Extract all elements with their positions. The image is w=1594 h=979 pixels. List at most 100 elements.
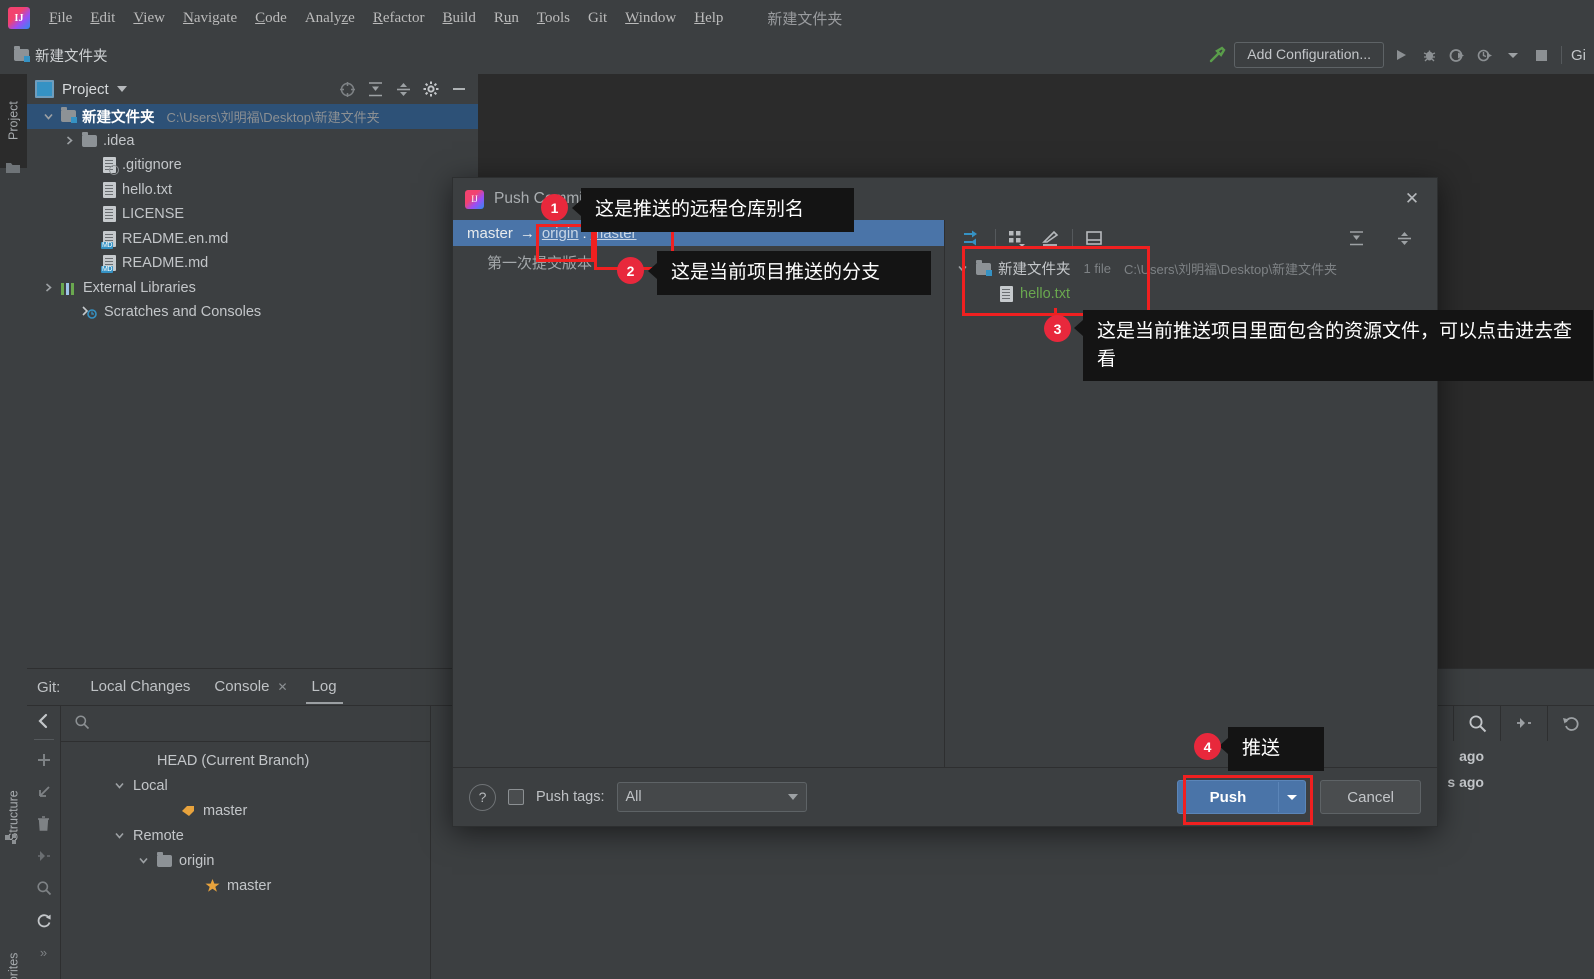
project-tool-window: Project 新建文件夹 C:\Users\刘明福\Desktop\新建文件夹… — [27, 74, 478, 668]
tree-node[interactable]: External Libraries — [27, 276, 478, 301]
chevron-down-icon[interactable] — [1502, 44, 1524, 66]
divider — [33, 739, 54, 740]
hide-icon[interactable] — [450, 80, 468, 98]
run-with-coverage-icon[interactable] — [1446, 44, 1468, 66]
branch-search-row[interactable] — [60, 705, 430, 742]
structure-icon — [5, 834, 21, 850]
delete-trash-icon[interactable] — [27, 808, 60, 840]
chevron-down-icon[interactable] — [41, 111, 55, 122]
changed-file-node[interactable]: 新建文件夹 1 file C:\Users\刘明福\Desktop\新建文件夹 — [945, 256, 1437, 281]
branch-node[interactable]: Remote — [60, 823, 430, 848]
push-tags-checkbox[interactable] — [508, 789, 524, 805]
tree-node[interactable]: Scratches and Consoles — [27, 300, 478, 325]
collapse-icon[interactable] — [1500, 705, 1547, 741]
git-side-toolbar: » — [27, 705, 61, 979]
branch-node[interactable]: master — [60, 873, 430, 898]
add-configuration-button[interactable]: Add Configuration... — [1234, 42, 1384, 68]
menu-tools[interactable]: Tools — [528, 0, 579, 36]
tree-node[interactable]: LICENSE — [27, 202, 478, 227]
more-icon[interactable]: » — [27, 936, 60, 968]
branch-node[interactable]: Local — [60, 773, 430, 798]
collapse-all-icon[interactable] — [27, 840, 60, 872]
menu-code[interactable]: Code — [246, 0, 296, 36]
breadcrumb[interactable]: 新建文件夹 — [14, 45, 108, 66]
expand-all-icon[interactable] — [1339, 223, 1373, 253]
sidebar-item-structure[interactable]: Structure — [0, 764, 27, 868]
push-button[interactable]: Push — [1176, 780, 1307, 814]
menu-file[interactable]: File — [40, 0, 81, 36]
chevron-right-icon[interactable] — [62, 135, 76, 146]
branch-node[interactable]: master — [60, 798, 430, 823]
branch-node[interactable]: HEAD (Current Branch) — [60, 748, 430, 773]
chevron-down-icon[interactable] — [1279, 793, 1305, 801]
debug-bug-icon[interactable] — [1418, 44, 1440, 66]
search-icon[interactable] — [27, 872, 60, 904]
help-question-icon[interactable]: ? — [469, 783, 496, 811]
tree-node[interactable]: hello.txt — [27, 178, 478, 203]
expand-collapse-diff-icon[interactable] — [957, 223, 991, 253]
sidebar-item-favorites[interactable]: Favorites — [0, 929, 27, 979]
undo-icon[interactable] — [1547, 705, 1594, 741]
stop-square-icon[interactable] — [1530, 44, 1552, 66]
locate-icon[interactable] — [338, 80, 356, 98]
cancel-button[interactable]: Cancel — [1320, 780, 1421, 814]
menu-help[interactable]: Help — [685, 0, 732, 36]
close-icon[interactable]: ✕ — [277, 670, 287, 704]
menu-git[interactable]: Git — [579, 0, 616, 36]
menu-navigate[interactable]: Navigate — [174, 0, 246, 36]
changed-files-pane: 新建文件夹 1 file C:\Users\刘明福\Desktop\新建文件夹 hel… — [945, 220, 1437, 768]
push-tags-select[interactable]: All — [616, 782, 807, 812]
push-source-branch: master — [467, 224, 513, 242]
branch-tree[interactable]: HEAD (Current Branch) Local master Remote or… — [60, 742, 430, 898]
run-play-icon[interactable] — [1390, 44, 1412, 66]
chevron-down-icon[interactable] — [116, 86, 127, 92]
chevron-right-icon[interactable] — [41, 282, 55, 293]
chevron-down-icon[interactable] — [112, 830, 126, 841]
expand-all-icon[interactable] — [366, 80, 384, 98]
tree-node[interactable]: .gitignore — [27, 153, 478, 178]
collapse-left-icon[interactable] — [27, 705, 60, 737]
menu-refactor[interactable]: Refactor — [364, 0, 434, 36]
tree-node[interactable]: .idea — [27, 129, 478, 154]
tree-node[interactable]: README.md — [27, 251, 478, 276]
collapse-all-icon[interactable] — [394, 80, 412, 98]
tree-node[interactable]: 新建文件夹 C:\Users\刘明福\Desktop\新建文件夹 — [27, 104, 478, 129]
chevron-down-icon[interactable] — [112, 780, 126, 791]
tree-node-label: .gitignore — [122, 157, 182, 174]
menu-build[interactable]: Build — [433, 0, 484, 36]
close-icon[interactable]: ✕ — [1401, 188, 1423, 210]
refresh-icon[interactable] — [27, 904, 60, 936]
annotation-callout-2: 这是当前项目推送的分支 — [657, 251, 931, 295]
branch-node[interactable]: origin — [60, 848, 430, 873]
collapse-all-icon[interactable] — [1387, 223, 1421, 253]
menu-run[interactable]: Run — [485, 0, 528, 36]
libraries-icon — [61, 281, 77, 295]
menu-window[interactable]: Window — [616, 0, 685, 36]
edit-source-icon[interactable] — [1034, 223, 1068, 253]
preview-diff-icon[interactable] — [1077, 223, 1111, 253]
menu-view[interactable]: View — [124, 0, 174, 36]
changed-file-node[interactable]: hello.txt — [945, 281, 1437, 306]
hammer-icon[interactable] — [1206, 44, 1228, 66]
menu-analyze[interactable]: Analyze — [296, 0, 364, 36]
profiler-icon[interactable] — [1474, 44, 1496, 66]
tree-node[interactable]: README.en.md — [27, 227, 478, 252]
tab-log[interactable]: Log — [300, 670, 349, 704]
settings-gear-icon[interactable] — [422, 80, 440, 98]
push-remote-link[interactable]: origin — [542, 225, 579, 242]
checkout-icon[interactable] — [27, 776, 60, 808]
sidebar-item-project[interactable]: Project — [0, 74, 27, 168]
changed-files-tree[interactable]: 新建文件夹 1 file C:\Users\刘明福\Desktop\新建文件夹 hel… — [945, 256, 1437, 306]
tab-console[interactable]: Console ✕ — [202, 670, 299, 704]
chevron-down-icon[interactable] — [136, 855, 150, 866]
menu-edit[interactable]: Edit — [81, 0, 124, 36]
group-by-icon[interactable] — [1000, 223, 1034, 253]
annotation-text-1: 这是推送的远程仓库别名 — [595, 199, 805, 220]
chevron-down-icon[interactable] — [955, 263, 969, 274]
files-toolbar-right — [1339, 223, 1437, 253]
push-arrow: → — [519, 224, 535, 242]
search-icon[interactable] — [1453, 705, 1500, 741]
add-icon[interactable] — [27, 744, 60, 776]
tab-local-changes[interactable]: Local Changes — [78, 670, 202, 704]
project-tree[interactable]: 新建文件夹 C:\Users\刘明福\Desktop\新建文件夹 .idea .git… — [27, 104, 478, 668]
